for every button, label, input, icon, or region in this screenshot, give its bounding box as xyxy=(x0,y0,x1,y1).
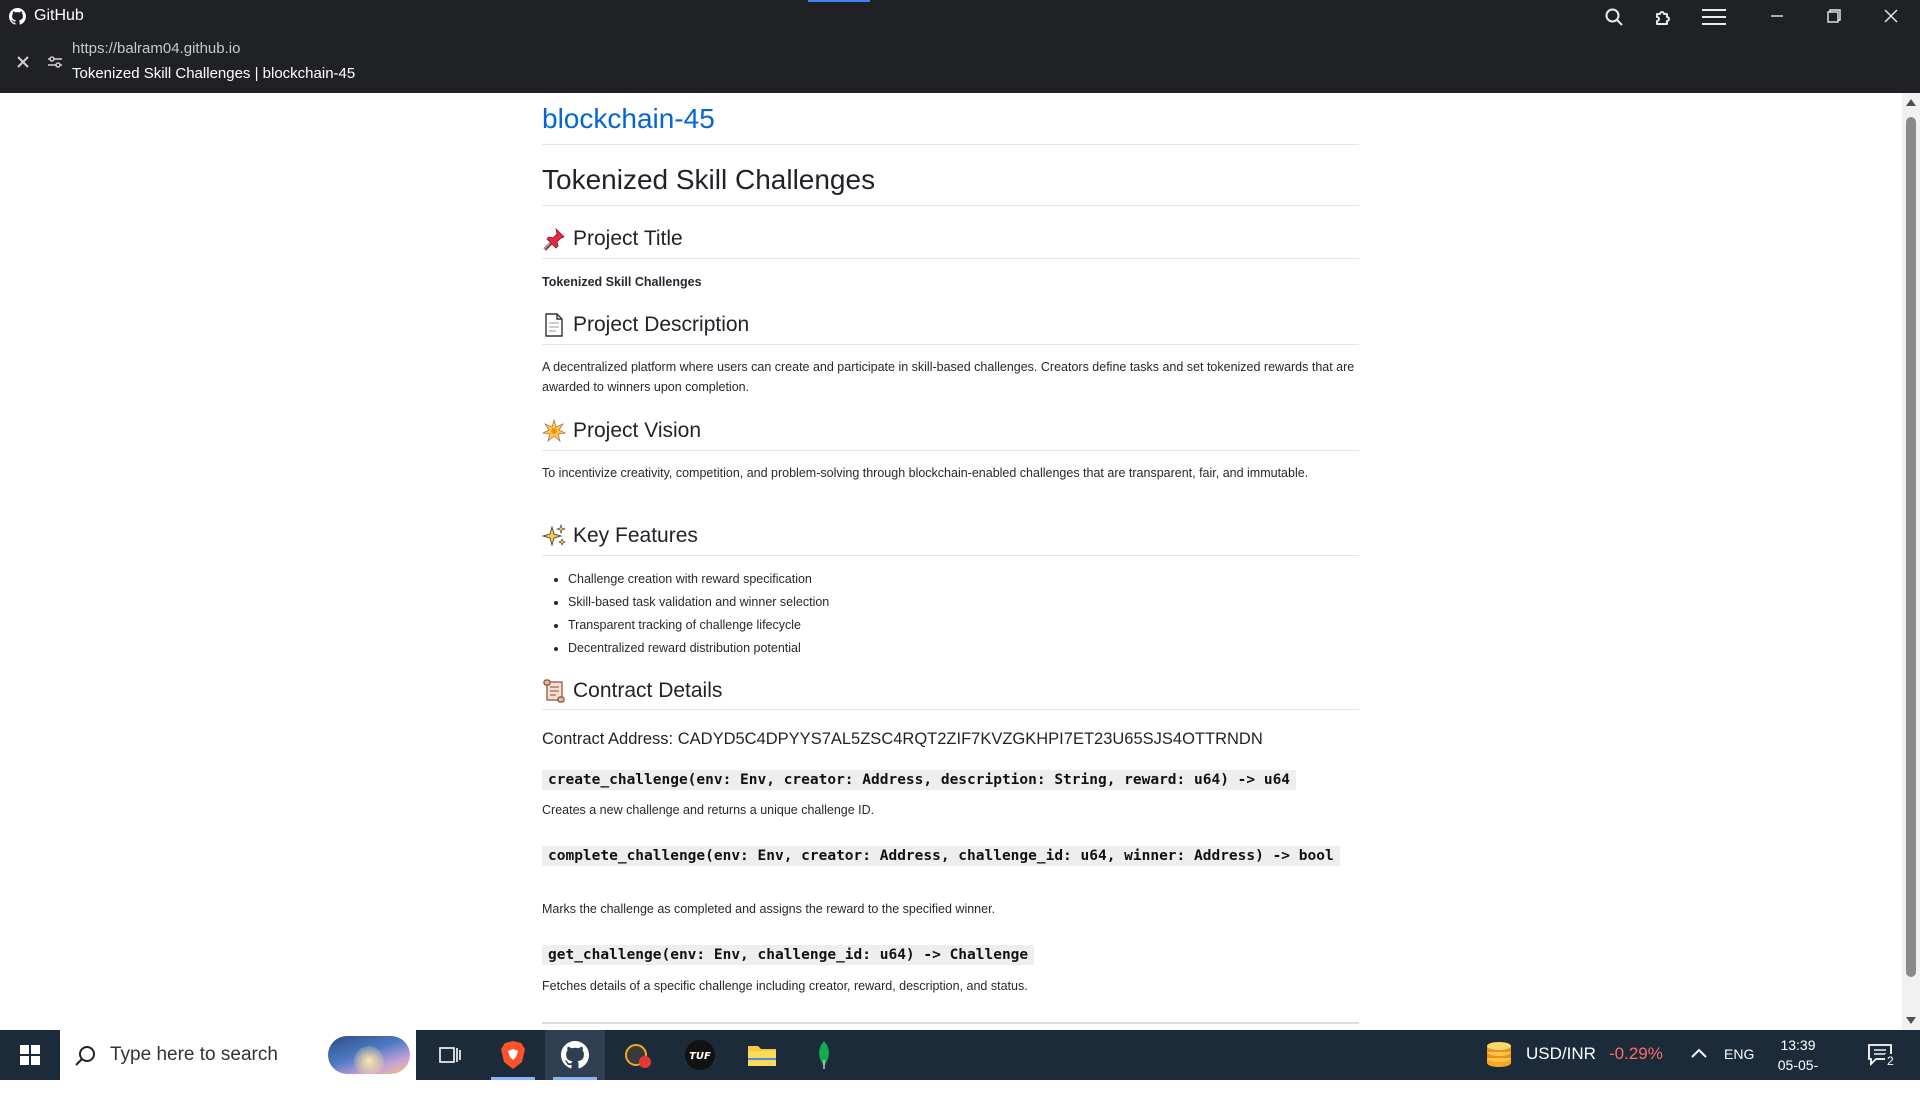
close-icon[interactable] xyxy=(12,51,34,73)
page-load-indicator xyxy=(808,0,870,2)
project-title-text: Tokenized Skill Challenges xyxy=(542,275,702,289)
search-placeholder: Type here to search xyxy=(110,1044,278,1065)
svg-text:TUF: TUF xyxy=(689,1051,711,1062)
project-description-text: A decentralized platform where users can… xyxy=(542,360,1355,394)
search-highlight-image xyxy=(328,1036,410,1074)
page-icon xyxy=(545,313,563,337)
vertical-scrollbar[interactable] xyxy=(1902,93,1920,1030)
scrollbar-thumb[interactable] xyxy=(1906,117,1916,977)
app-titlebar: GitHub https://balram04.github.io Tokeni… xyxy=(0,0,1920,93)
brave-browser-icon[interactable] xyxy=(483,1030,543,1080)
app-name: GitHub xyxy=(9,6,84,26)
site-settings-icon[interactable] xyxy=(44,51,66,73)
tab-title: Tokenized Skill Challenges | blockchain-… xyxy=(72,65,356,82)
search-icon xyxy=(74,1045,96,1072)
section-heading-contract-details: Contract Details xyxy=(542,679,722,703)
section-heading-label: Project Description xyxy=(573,313,750,336)
github-logo-icon xyxy=(9,7,26,25)
code-span: create_challenge(env: Env, creator: Addr… xyxy=(542,770,1297,790)
section-heading-project-vision: Project Vision xyxy=(542,419,701,443)
scroll-up-arrow-icon[interactable] xyxy=(1906,99,1916,106)
restore-button[interactable] xyxy=(1805,0,1863,32)
divider xyxy=(542,709,1359,710)
scroll-down-arrow-icon[interactable] xyxy=(1906,1017,1916,1024)
chevron-up-icon[interactable] xyxy=(1690,1046,1708,1065)
function-signature: complete_challenge(env: Env, creator: Ad… xyxy=(542,845,1342,868)
function-signature: get_challenge(env: Env, challenge_id: u6… xyxy=(542,944,1359,967)
coins-icon xyxy=(1487,1042,1511,1067)
project-vision-text: To incentivize creativity, competition, … xyxy=(542,466,1309,480)
section-heading-label: Project Title xyxy=(573,227,683,250)
app-name-label: GitHub xyxy=(34,7,84,24)
function-description: Marks the challenge as completed and ass… xyxy=(542,902,996,916)
section-heading-label: Contract Details xyxy=(573,679,723,702)
contract-address: Contract Address: CADYD5C4DPYYS7AL5ZSC4R… xyxy=(542,730,1263,748)
section-heading-key-features: Key Features xyxy=(542,524,698,548)
windows-logo-icon xyxy=(20,1045,40,1065)
notification-count-badge: 2 xyxy=(1885,1054,1896,1068)
list-item: Decentralized reward distribution potent… xyxy=(568,637,829,660)
code-span: complete_challenge(env: Env, creator: Ad… xyxy=(542,846,1340,866)
github-icon[interactable] xyxy=(545,1030,605,1080)
function-description: Creates a new challenge and returns a un… xyxy=(542,803,875,817)
divider xyxy=(542,205,1359,206)
pushpin-icon xyxy=(543,227,565,251)
clock-date: 05-05-2025 xyxy=(1777,1057,1819,1093)
divider xyxy=(542,450,1359,451)
task-view-icon[interactable] xyxy=(420,1030,480,1080)
section-heading-project-description: Project Description xyxy=(542,313,749,337)
currency-pair[interactable]: USD/INR xyxy=(1526,1044,1596,1064)
close-window-button[interactable] xyxy=(1862,0,1920,32)
site-title-link[interactable]: blockchain-45 xyxy=(542,103,715,135)
list-item: Skill-based task validation and winner s… xyxy=(568,591,829,614)
input-language[interactable]: ENG xyxy=(1724,1046,1754,1062)
divider xyxy=(542,144,1359,145)
windows-taskbar: Type here to search TUF USD/INR -0.29% E… xyxy=(0,1030,1920,1093)
section-heading-label: Project Vision xyxy=(573,419,702,442)
page-viewport: blockchain-45 Tokenized Skill Challenges… xyxy=(0,93,1902,1030)
minimize-button[interactable] xyxy=(1748,0,1806,32)
sparkle-burst-icon xyxy=(542,419,566,443)
file-explorer-icon[interactable] xyxy=(732,1030,792,1080)
menu-icon[interactable] xyxy=(1697,3,1731,31)
scroll-icon xyxy=(543,679,565,703)
list-item: Transparent tracking of challenge lifecy… xyxy=(568,614,829,637)
code-span: get_challenge(env: Env, challenge_id: u6… xyxy=(542,945,1035,965)
currency-change[interactable]: -0.29% xyxy=(1609,1044,1663,1064)
mongodb-icon[interactable] xyxy=(794,1030,854,1080)
divider xyxy=(542,555,1359,556)
app-badge-icon[interactable] xyxy=(608,1030,668,1080)
divider xyxy=(542,258,1359,259)
list-item: Challenge creation with reward specifica… xyxy=(568,568,829,591)
system-clock[interactable]: 13:39 05-05-2025 xyxy=(1766,1035,1830,1095)
divider xyxy=(542,1022,1359,1024)
start-button[interactable] xyxy=(0,1030,60,1080)
zoom-search-icon[interactable] xyxy=(1597,3,1631,31)
features-list: Challenge creation with reward specifica… xyxy=(568,568,829,660)
extensions-icon[interactable] xyxy=(1647,3,1681,31)
url-text[interactable]: https://balram04.github.io xyxy=(72,40,240,57)
taskbar-search-box[interactable]: Type here to search xyxy=(60,1030,416,1080)
section-heading-project-title: Project Title xyxy=(542,227,683,251)
clock-time: 13:39 xyxy=(1780,1037,1816,1053)
sparkles-icon xyxy=(542,524,566,547)
page-heading: Tokenized Skill Challenges xyxy=(542,164,876,195)
function-signature: create_challenge(env: Env, creator: Addr… xyxy=(542,769,1359,792)
function-description: Fetches details of a specific challenge … xyxy=(542,979,1028,993)
section-heading-label: Key Features xyxy=(573,524,698,547)
tuf-icon[interactable]: TUF xyxy=(670,1030,730,1080)
divider xyxy=(542,344,1359,345)
